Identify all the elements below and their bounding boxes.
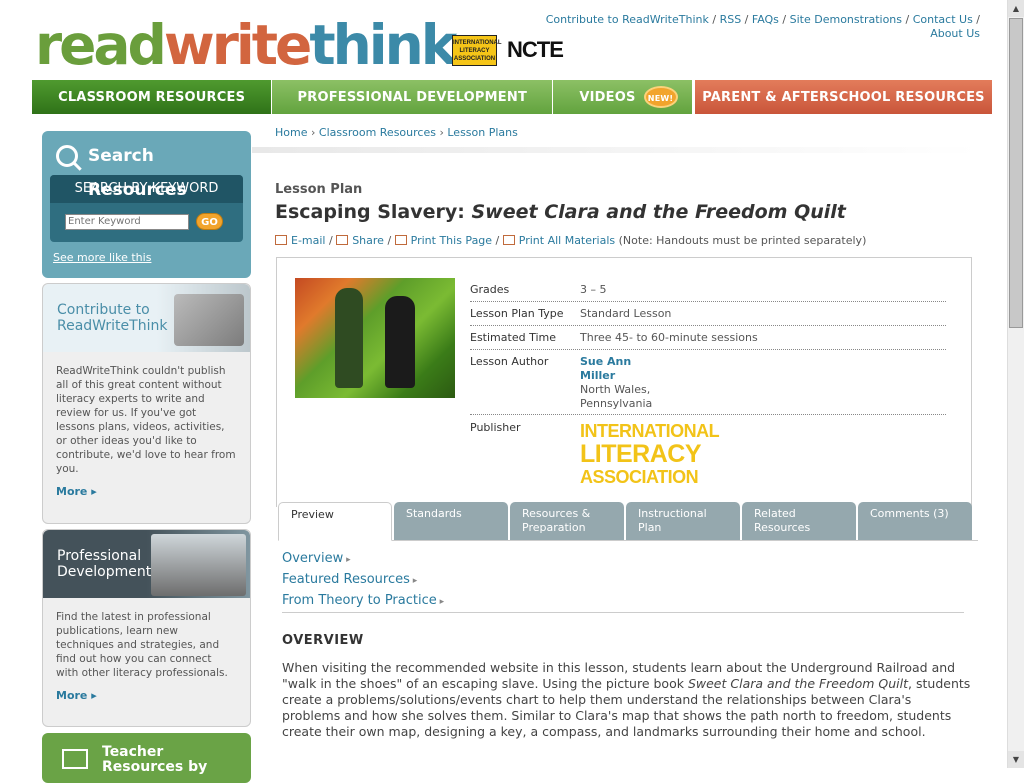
contribute-box: Contribute to ReadWriteThink ReadWriteTh… <box>42 283 251 524</box>
scroll-down-arrow-icon[interactable]: ▼ <box>1008 751 1024 768</box>
breadcrumb: Home › Classroom Resources › Lesson Plan… <box>275 126 518 139</box>
link-featured-resources[interactable]: Featured Resources <box>282 570 444 591</box>
figure-clara <box>335 288 363 388</box>
laptop-image <box>174 294 244 346</box>
breadcrumb-classroom-resources[interactable]: Classroom Resources <box>319 126 436 139</box>
go-button[interactable]: GO <box>196 213 223 230</box>
teacher-title-1: Teacher <box>102 744 164 760</box>
link-theory-to-practice[interactable]: From Theory to Practice <box>282 591 444 612</box>
magnifier-icon <box>56 145 78 167</box>
figure-man <box>385 296 415 388</box>
vertical-scrollbar[interactable]: ▲ ▼ <box>1007 0 1024 768</box>
top-link-about[interactable]: About Us <box>930 27 980 40</box>
grades-value: 3 – 5 <box>580 283 607 296</box>
print-all-link[interactable]: Print All Materials <box>519 234 615 247</box>
info-row-time: Estimated Time Three 45- to 60-minute se… <box>470 331 946 350</box>
prof-more-link[interactable]: More ▸ <box>43 680 250 702</box>
see-more-like-this-link[interactable]: See more like this <box>53 251 151 264</box>
type-value: Standard Lesson <box>580 307 672 320</box>
breadcrumb-lesson-plans[interactable]: Lesson Plans <box>447 126 518 139</box>
top-links: Contribute to ReadWriteThink / RSS / FAQ… <box>545 13 980 40</box>
prof-text: Find the latest in professional publicat… <box>56 611 228 679</box>
contribute-banner[interactable]: Contribute to ReadWriteThink <box>43 284 250 352</box>
professional-development-box: Professional Development Find the latest… <box>42 529 251 727</box>
info-row-grades: Grades 3 – 5 <box>470 283 946 302</box>
info-row-author: Lesson Author Sue Ann Miller North Wales,… <box>470 355 946 415</box>
top-link-contribute[interactable]: Contribute to ReadWriteThink <box>546 13 709 26</box>
nav-videos-label: VIDEOS <box>579 89 636 105</box>
tab-standards[interactable]: Standards <box>394 502 508 540</box>
logo-read: read <box>35 13 167 77</box>
print-page-link[interactable]: Print This Page <box>411 234 492 247</box>
author-link[interactable]: Sue Ann Miller <box>580 355 652 383</box>
overview-heading: OVERVIEW <box>282 633 364 648</box>
logo-think: think <box>309 13 457 77</box>
print-note: (Note: Handouts must be printed separate… <box>618 234 867 247</box>
publisher-ila-logo[interactable]: INTERNATIONAL LITERACY ASSOCIATION <box>580 420 720 488</box>
logo-write: write <box>163 13 312 77</box>
tab-related-resources[interactable]: Related Resources <box>742 502 856 540</box>
people-photo <box>151 534 246 596</box>
lesson-tabs: Preview Standards Resources & Preparation… <box>278 502 978 541</box>
tab-comments[interactable]: Comments (3) <box>858 502 972 540</box>
time-value: Three 45- to 60-minute sessions <box>580 331 758 344</box>
breadcrumb-home[interactable]: Home <box>275 126 307 139</box>
page-title: Escaping Slavery: Sweet Clara and the Fr… <box>275 201 846 223</box>
keyword-search-input[interactable] <box>65 213 189 230</box>
nav-parent-afterschool[interactable]: PARENT & AFTERSCHOOL RESOURCES <box>694 80 993 114</box>
email-icon <box>275 235 287 245</box>
lesson-cover-image <box>295 278 455 398</box>
info-row-type: Lesson Plan Type Standard Lesson <box>470 307 946 326</box>
share-icon <box>336 235 349 245</box>
book-title: Sweet Clara and the Freedom Quilt <box>471 201 846 223</box>
tab-preview[interactable]: Preview <box>278 502 392 541</box>
tab-instructional-plan[interactable]: Instructional Plan <box>626 502 740 540</box>
search-resources-title: Search Resources <box>50 139 243 200</box>
overview-text: When visiting the recommended website in… <box>282 660 971 739</box>
new-badge: NEW! <box>643 86 678 108</box>
contribute-text: ReadWriteThink couldn't publish all of t… <box>56 365 236 475</box>
section-divider <box>282 612 964 613</box>
top-link-rss[interactable]: RSS <box>720 13 742 26</box>
search-title-text: Search Resources <box>88 146 187 200</box>
top-link-contact[interactable]: Contact Us <box>913 13 973 26</box>
nav-professional-development[interactable]: PROFESSIONAL DEVELOPMENT <box>271 80 553 114</box>
teacher-resources-box[interactable]: Teacher Resources by <box>42 733 251 783</box>
tab-resources-preparation[interactable]: Resources & Preparation <box>510 502 624 540</box>
top-link-faqs[interactable]: FAQs <box>752 13 779 26</box>
document-type: Lesson Plan <box>275 182 363 197</box>
ncte-logo[interactable]: NCTE <box>507 38 564 62</box>
print-all-icon <box>502 235 515 245</box>
contribute-more-link[interactable]: More ▸ <box>43 476 250 498</box>
email-link[interactable]: E-mail <box>291 234 326 247</box>
arrow-right-icon: ▸ <box>91 485 97 498</box>
link-overview[interactable]: Overview <box>282 549 444 570</box>
professional-development-banner[interactable]: Professional Development <box>43 530 250 598</box>
nav-videos[interactable]: VIDEOS NEW! <box>552 80 692 114</box>
share-link[interactable]: Share <box>352 234 384 247</box>
main-nav: CLASSROOM RESOURCES PROFESSIONAL DEVELOP… <box>32 80 993 114</box>
scroll-up-arrow-icon[interactable]: ▲ <box>1008 0 1024 17</box>
top-link-demos[interactable]: Site Demonstrations <box>790 13 902 26</box>
header-divider <box>252 147 980 153</box>
print-icon <box>394 235 407 245</box>
readwritethink-logo[interactable]: readwritethink <box>35 12 457 77</box>
monitor-icon <box>62 749 88 769</box>
nav-classroom-resources[interactable]: CLASSROOM RESOURCES <box>32 80 272 114</box>
action-links: E-mail / Share / Print This Page / Print… <box>275 234 866 247</box>
scroll-thumb[interactable] <box>1009 18 1023 328</box>
arrow-right-icon: ▸ <box>91 689 97 702</box>
section-links: Overview Featured Resources From Theory … <box>282 549 444 612</box>
